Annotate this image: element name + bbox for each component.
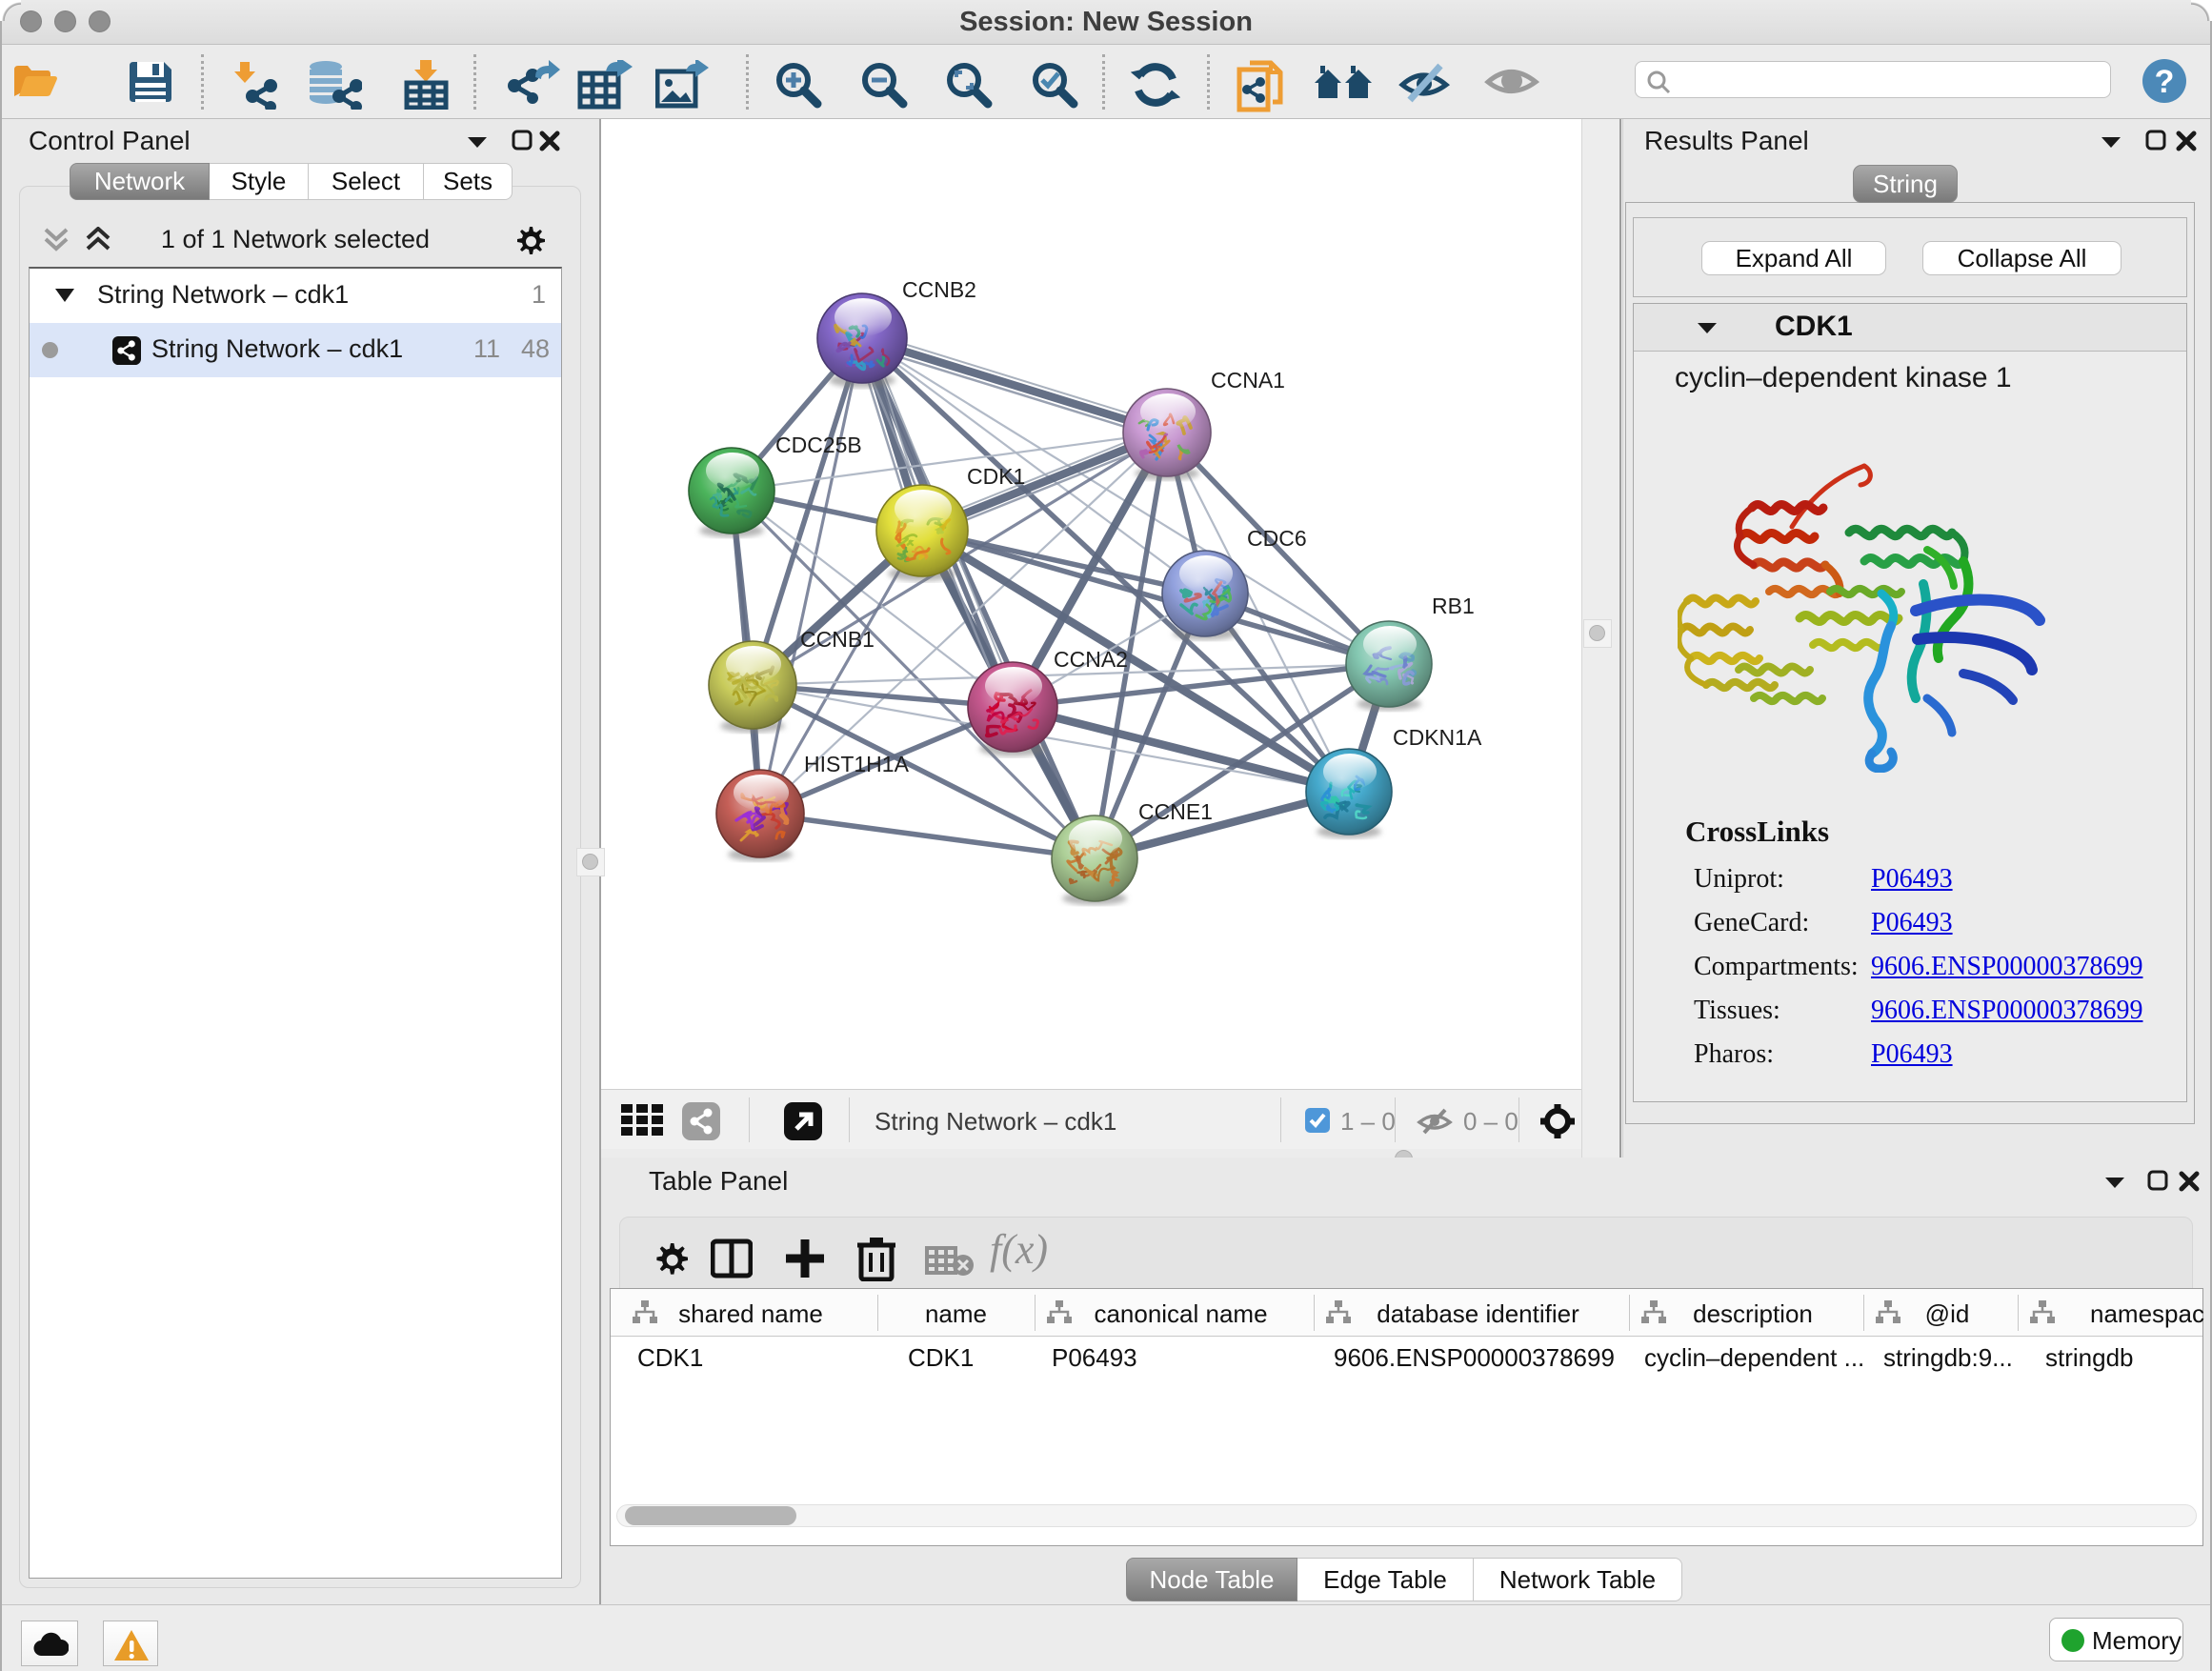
- svg-text:CCNA1: CCNA1: [1211, 368, 1285, 393]
- svg-text:?: ?: [2155, 64, 2175, 100]
- svg-text:RB1: RB1: [1432, 594, 1475, 618]
- svg-text:CDC25B: CDC25B: [775, 433, 862, 457]
- svg-text:CDC6: CDC6: [1247, 526, 1307, 551]
- svg-text:CCNA2: CCNA2: [1054, 647, 1128, 672]
- svg-text:CDK1: CDK1: [967, 464, 1025, 489]
- svg-text:HIST1H1A: HIST1H1A: [804, 752, 910, 776]
- svg-text:CDKN1A: CDKN1A: [1393, 725, 1482, 750]
- svg-text:CCNB2: CCNB2: [902, 277, 976, 302]
- svg-text:CCNB1: CCNB1: [800, 627, 875, 652]
- svg-text:CCNE1: CCNE1: [1138, 799, 1213, 824]
